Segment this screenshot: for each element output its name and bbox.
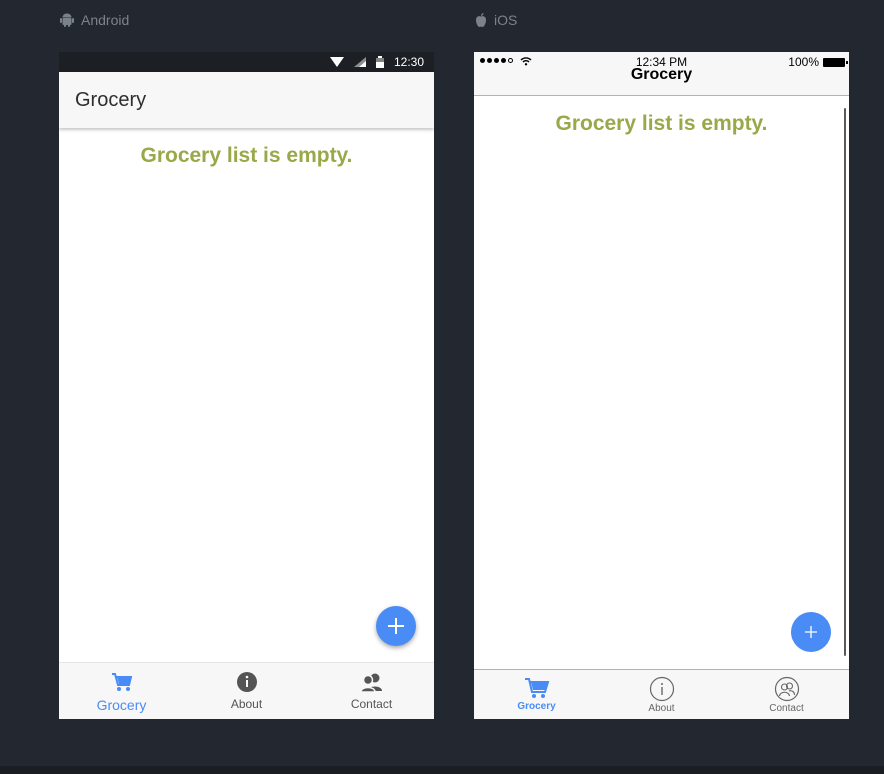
cart-icon xyxy=(524,678,549,698)
info-icon xyxy=(236,672,257,692)
ios-platform-label: iOS xyxy=(474,10,517,30)
ios-label-text: iOS xyxy=(494,12,518,28)
ios-tab-grocery[interactable]: Grocery xyxy=(474,670,599,719)
android-platform-label: Android xyxy=(59,10,129,30)
contacts-icon xyxy=(774,676,799,702)
ios-scrollbar[interactable] xyxy=(844,108,846,656)
apple-logo-icon xyxy=(476,13,486,27)
plus-icon xyxy=(388,618,404,634)
android-tab-grocery-label: Grocery xyxy=(96,697,147,713)
ios-tab-about[interactable]: About xyxy=(599,670,724,719)
android-tab-contact-label: Contact xyxy=(350,697,393,711)
android-tab-grocery[interactable]: Grocery xyxy=(59,663,184,719)
info-icon xyxy=(649,676,674,702)
ios-tab-bar: Grocery About Contact xyxy=(474,669,849,719)
android-tab-contact[interactable]: Contact xyxy=(309,663,434,719)
ios-navigation-bar: 12:34 PM 100% Grocery xyxy=(474,52,849,96)
ios-tab-contact[interactable]: Contact xyxy=(724,670,849,719)
ios-tab-contact-label: Contact xyxy=(769,703,804,714)
ios-add-button[interactable] xyxy=(791,612,831,652)
plus-icon xyxy=(805,626,817,638)
ios-tab-about-label: About xyxy=(648,703,675,714)
signal-icon xyxy=(353,57,366,67)
cart-icon xyxy=(111,673,132,691)
android-add-button[interactable] xyxy=(376,606,416,646)
ios-tab-grocery-label: Grocery xyxy=(517,701,556,712)
android-tab-about-label: About xyxy=(230,697,263,711)
android-app-bar: Grocery xyxy=(59,72,434,128)
battery-icon xyxy=(375,56,384,68)
android-empty-message: Grocery list is empty. xyxy=(140,144,353,167)
ios-page-title: Grocery xyxy=(630,66,693,83)
android-tab-bar: Grocery About Contact xyxy=(59,662,434,719)
android-page-title: Grocery xyxy=(75,88,147,111)
android-status-bar: 12:30 xyxy=(59,52,434,72)
android-label-text: Android xyxy=(81,12,130,28)
bottom-strip xyxy=(0,766,884,774)
ios-device-preview: 12:34 PM 100% Grocery Grocery list is em… xyxy=(474,52,849,719)
android-tab-about[interactable]: About xyxy=(184,663,309,719)
contacts-icon xyxy=(359,673,382,693)
android-device-preview: 12:30 Grocery Grocery list is empty. Gro… xyxy=(59,52,434,719)
wifi-icon xyxy=(329,57,344,67)
android-status-time: 12:30 xyxy=(393,55,424,69)
ios-empty-message: Grocery list is empty. xyxy=(555,112,768,135)
android-logo-icon xyxy=(60,13,74,27)
